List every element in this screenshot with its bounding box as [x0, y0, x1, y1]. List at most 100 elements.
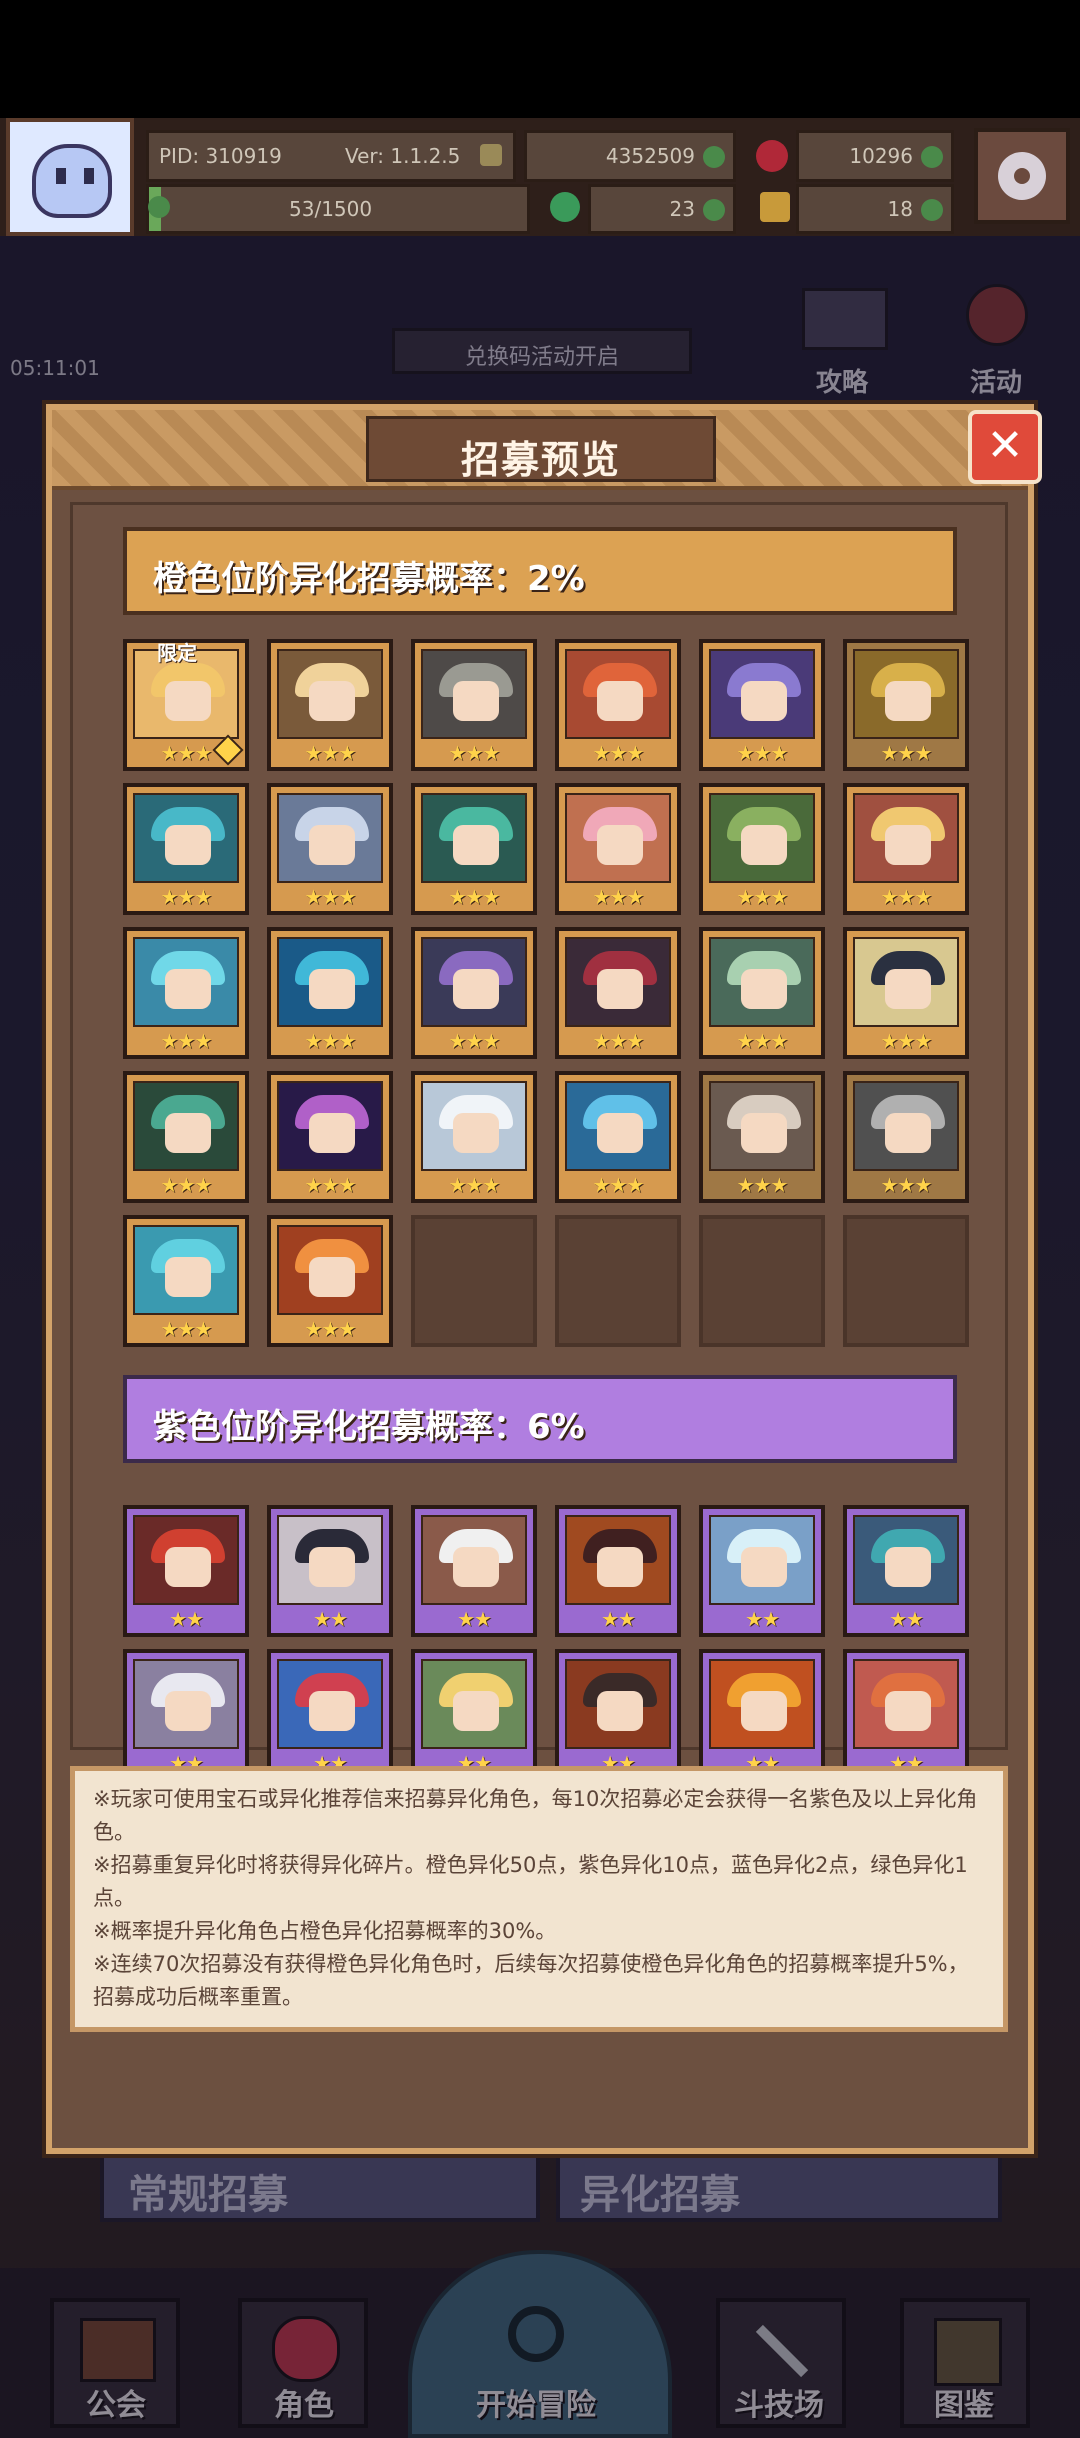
orange-hero-card[interactable]: ★★★: [267, 783, 393, 915]
orange-hero-card[interactable]: ★★★: [699, 783, 825, 915]
star-rating: ★★★: [736, 741, 789, 765]
purple-hero-card[interactable]: ★★: [699, 1649, 825, 1781]
orange-hero-card[interactable]: ★★★: [123, 783, 249, 915]
orange-hero-card[interactable]: ★★★: [843, 1071, 969, 1203]
orange-hero-card[interactable]: ★★★: [843, 639, 969, 771]
purple-rate-bar: 紫色位阶异化招募概率：6%: [123, 1375, 957, 1463]
purple-hero-card[interactable]: ★★: [267, 1649, 393, 1781]
orange-hero-card[interactable]: ★★★: [267, 1071, 393, 1203]
hero-face: [453, 1113, 499, 1153]
hero-portrait: [709, 1081, 815, 1171]
hero-face: [453, 1547, 499, 1587]
hero-face: [741, 1691, 787, 1731]
ghost-avatar-icon: [32, 144, 112, 218]
shard-bar[interactable]: 18: [796, 184, 954, 234]
hero-portrait: [421, 937, 527, 1027]
orange-hero-card[interactable]: ★★★: [411, 927, 537, 1059]
orange-hero-card[interactable]: ★★★: [411, 783, 537, 915]
settings-button[interactable]: [974, 128, 1070, 224]
star-rating: ★★★: [736, 1173, 789, 1197]
purple-hero-card[interactable]: ★★: [699, 1505, 825, 1637]
orange-hero-card[interactable]: ★★★ 限定: [123, 639, 249, 771]
hero-portrait: [709, 1515, 815, 1605]
orange-hero-card[interactable]: ★★★: [123, 927, 249, 1059]
orange-hero-card[interactable]: ★★★: [411, 639, 537, 771]
shard-icon: [760, 192, 790, 222]
star-rating: ★★: [745, 1607, 780, 1631]
hero-portrait: [565, 793, 671, 883]
star-rating: ★★★: [160, 1317, 213, 1341]
modal-title: 招募预览: [460, 438, 621, 482]
orange-hero-card[interactable]: ★★★: [411, 1071, 537, 1203]
hero-face: [165, 825, 211, 865]
orange-hero-card[interactable]: ★★★: [555, 927, 681, 1059]
hero-portrait: [853, 1659, 959, 1749]
purple-rate-text: 紫色位阶异化招募概率：6%: [153, 1407, 585, 1447]
hero-face: [741, 969, 787, 1009]
recruit-notes: ※玩家可使用宝石或异化推荐信来招募异化角色，每10次招募必定会获得一名紫色及以上…: [70, 1766, 1008, 2032]
gem-bar[interactable]: 10296: [796, 130, 954, 182]
star-rating: ★★: [601, 1607, 636, 1631]
empty-card-slot: [555, 1215, 681, 1347]
hero-face: [597, 681, 643, 721]
hero-portrait: [277, 937, 383, 1027]
hero-face: [309, 825, 355, 865]
star-rating: ★★★: [304, 885, 357, 909]
star-rating: ★★★: [160, 1173, 213, 1197]
hero-face: [741, 681, 787, 721]
orange-hero-card[interactable]: ★★★: [843, 927, 969, 1059]
hero-face: [741, 825, 787, 865]
orange-hero-card[interactable]: ★★★: [267, 1215, 393, 1347]
purple-hero-card[interactable]: ★★: [555, 1505, 681, 1637]
star-rating: ★★: [457, 1607, 492, 1631]
orange-hero-card[interactable]: ★★★: [267, 639, 393, 771]
orange-hero-card[interactable]: ★★★: [555, 1071, 681, 1203]
hero-face: [309, 1257, 355, 1297]
hero-portrait: [709, 793, 815, 883]
orange-hero-card[interactable]: ★★★: [699, 639, 825, 771]
orange-hero-card[interactable]: ★★★: [123, 1215, 249, 1347]
purple-hero-card[interactable]: ★★: [411, 1505, 537, 1637]
orange-hero-card[interactable]: ★★★: [123, 1071, 249, 1203]
star-rating: ★★★: [736, 1029, 789, 1053]
purple-hero-card[interactable]: ★★: [411, 1649, 537, 1781]
star-rating: ★★★: [592, 1029, 645, 1053]
orange-hero-card[interactable]: ★★★: [699, 927, 825, 1059]
purple-hero-card[interactable]: ★★: [843, 1505, 969, 1637]
hero-portrait: [565, 1515, 671, 1605]
add-gem-icon: [921, 146, 943, 168]
hero-portrait: [133, 793, 239, 883]
player-avatar[interactable]: [6, 118, 134, 236]
orange-hero-card[interactable]: ★★★: [555, 639, 681, 771]
version-text: Ver: 1.1.2.5: [345, 144, 461, 168]
orange-hero-card[interactable]: ★★★: [267, 927, 393, 1059]
hero-portrait: [709, 937, 815, 1027]
hero-portrait: [565, 649, 671, 739]
gold-value: 4352509: [605, 144, 695, 168]
add-gold-icon: [703, 146, 725, 168]
empty-card-slot: [411, 1215, 537, 1347]
hero-portrait: [277, 649, 383, 739]
hero-face: [165, 1257, 211, 1297]
pid-text: PID: 310919: [159, 144, 282, 168]
star-rating: ★★: [889, 1607, 924, 1631]
gold-bar[interactable]: 4352509: [524, 130, 736, 182]
shard-value: 18: [887, 197, 913, 221]
purple-hero-card[interactable]: ★★: [123, 1649, 249, 1781]
purple-hero-card[interactable]: ★★: [267, 1505, 393, 1637]
modal-titlebar: 招募预览: [52, 410, 1028, 490]
orange-hero-card[interactable]: ★★★: [699, 1071, 825, 1203]
hero-face: [165, 681, 211, 721]
hero-face: [885, 825, 931, 865]
purple-hero-card[interactable]: ★★: [123, 1505, 249, 1637]
star-rating: ★★★: [448, 1029, 501, 1053]
clover-bar[interactable]: 23: [588, 184, 736, 234]
hero-portrait: [133, 1225, 239, 1315]
clover-icon: [550, 192, 580, 222]
orange-hero-card[interactable]: ★★★: [843, 783, 969, 915]
close-button[interactable]: ✕: [968, 410, 1042, 484]
star-rating: ★★★: [304, 1317, 357, 1341]
orange-hero-card[interactable]: ★★★: [555, 783, 681, 915]
purple-hero-card[interactable]: ★★: [843, 1649, 969, 1781]
purple-hero-card[interactable]: ★★: [555, 1649, 681, 1781]
